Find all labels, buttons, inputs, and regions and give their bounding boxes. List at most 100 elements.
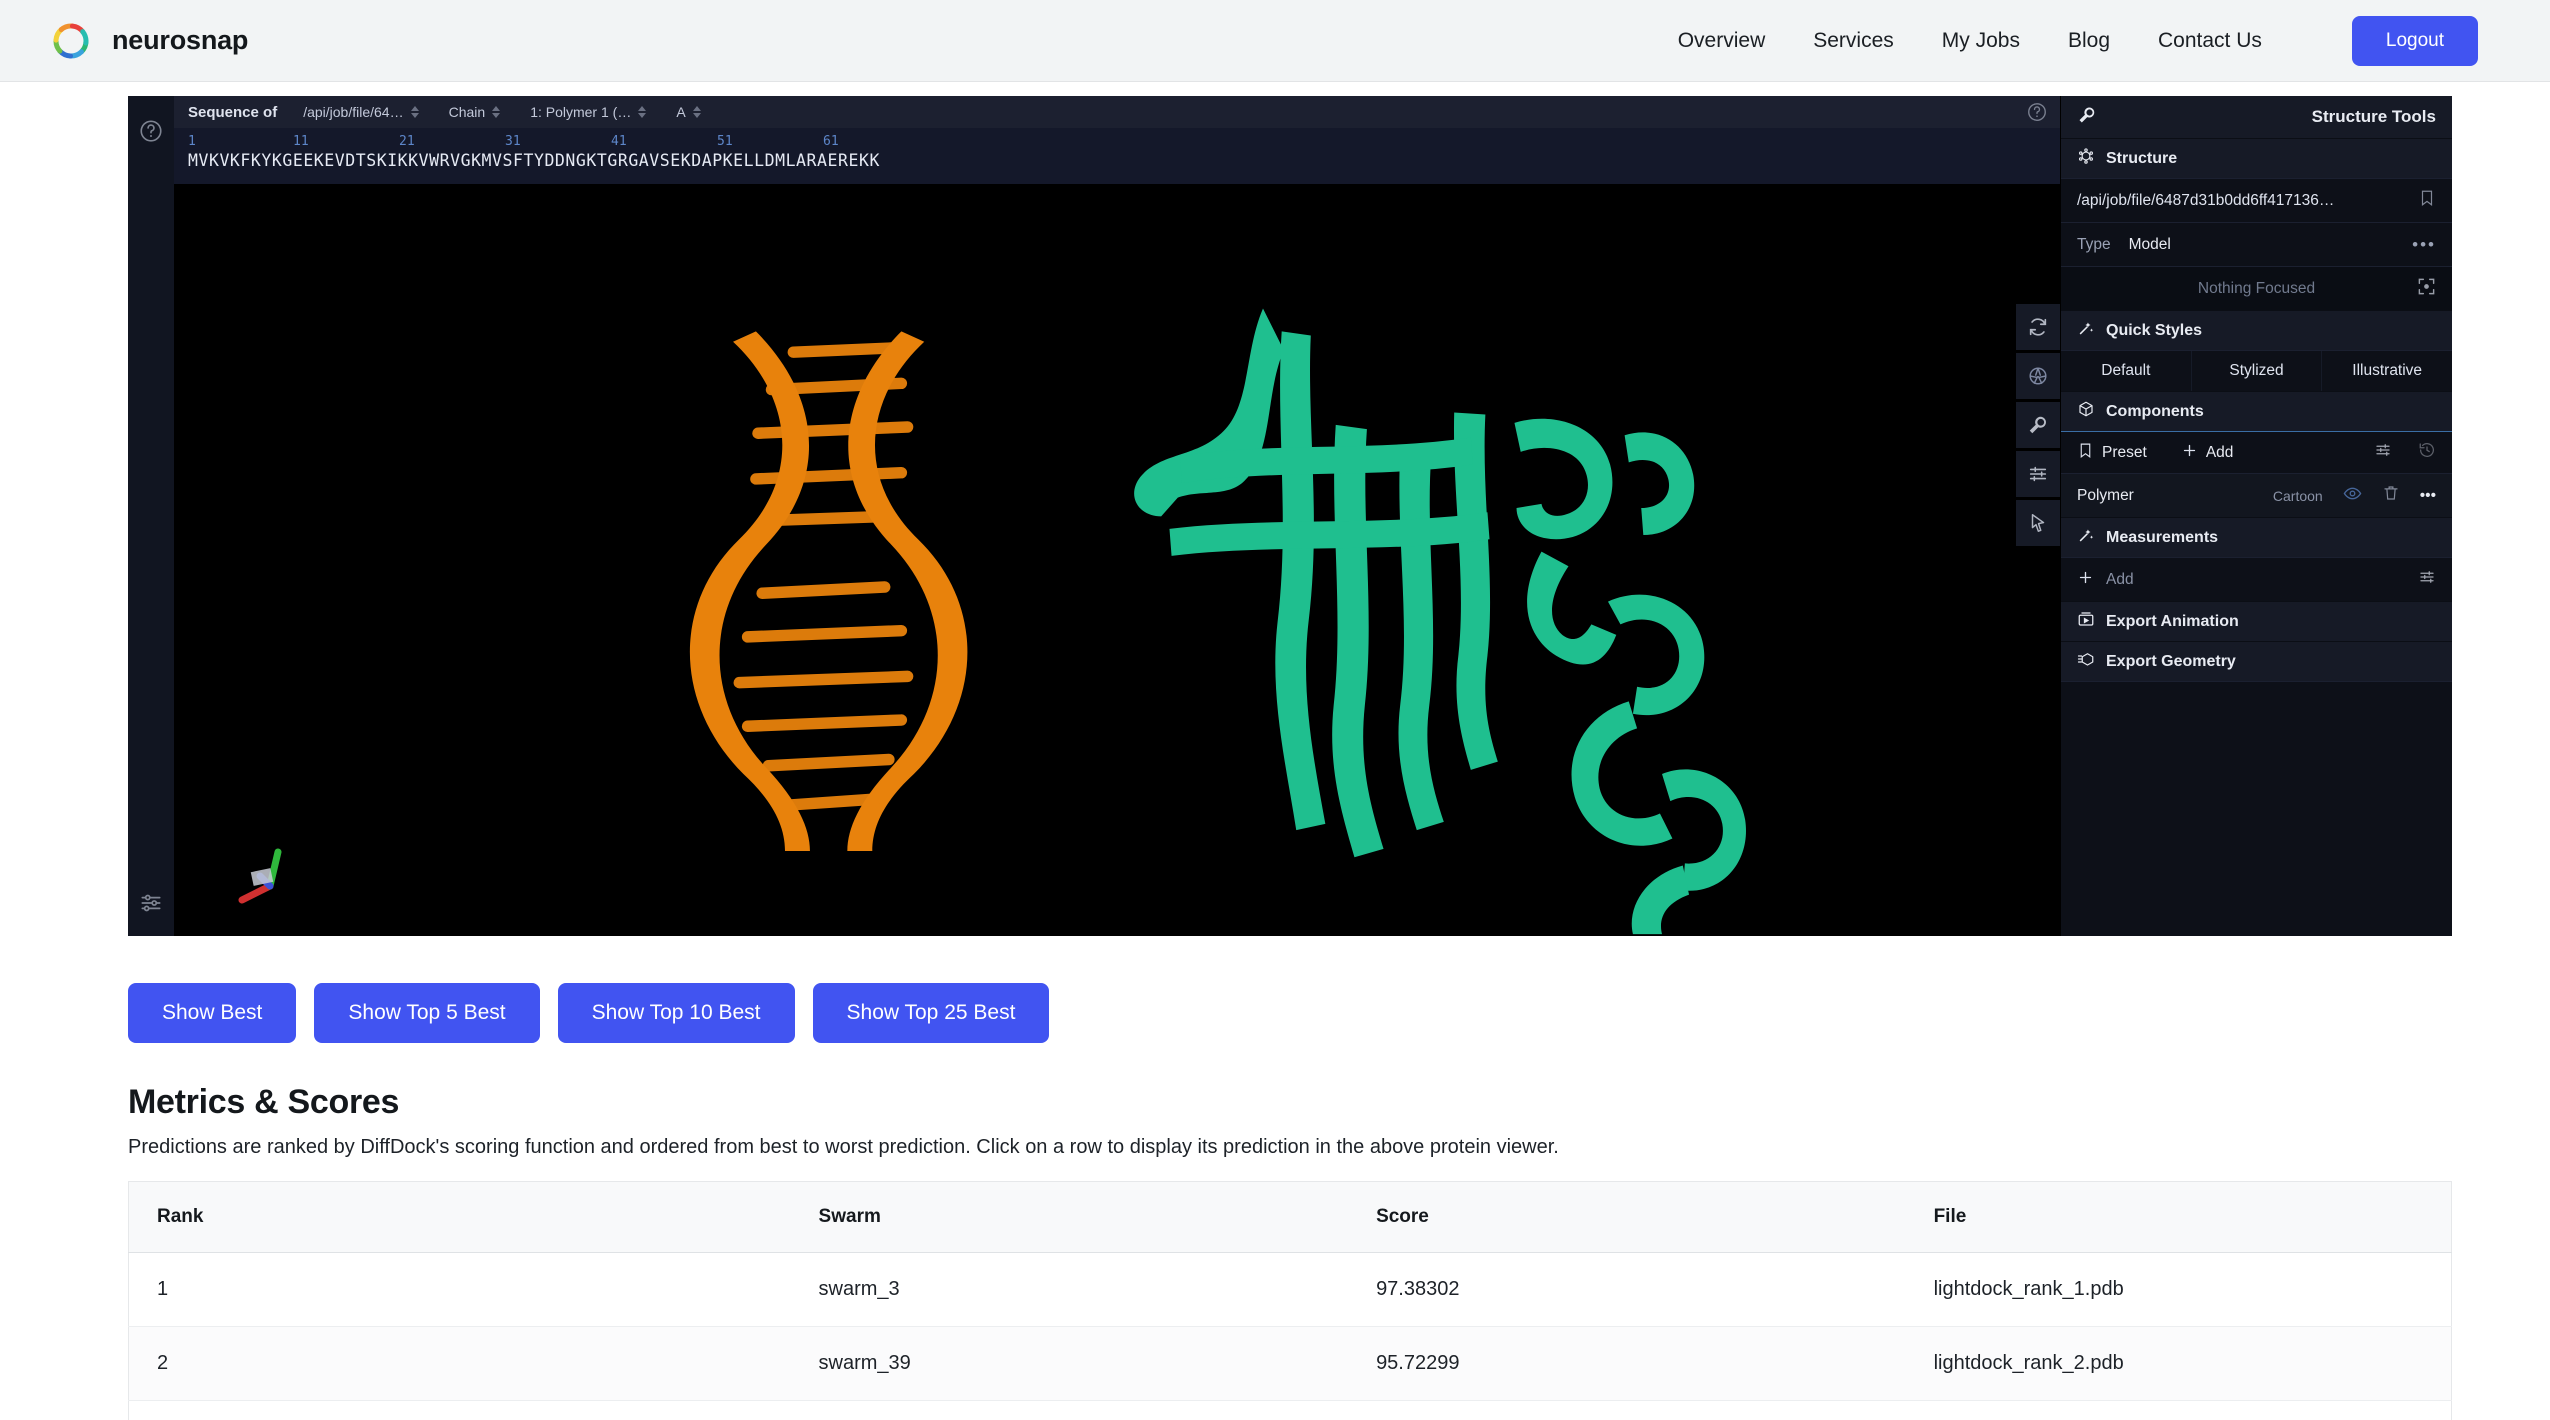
structure-path-row[interactable]: /api/job/file/6487d31b0dd6ff417136… [2061, 178, 2452, 222]
plus-icon [2077, 569, 2094, 591]
chain-label-text: Chain [449, 104, 486, 120]
eye-icon[interactable] [2343, 484, 2362, 508]
plus-icon [2181, 442, 2198, 464]
nav-links: Overview Services My Jobs Blog Contact U… [1678, 16, 2478, 66]
quick-style-illustrative[interactable]: Illustrative [2321, 351, 2452, 391]
trash-icon[interactable] [2382, 484, 2400, 507]
cell-file: lightdock_rank_1.pdb [1906, 1253, 2452, 1327]
sliders-icon[interactable] [2418, 568, 2436, 591]
brand-name: neurosnap [112, 25, 248, 56]
table-row[interactable]: 1 swarm_3 97.38302 lightdock_rank_1.pdb [129, 1253, 2452, 1327]
section-measurements[interactable]: Measurements [2061, 517, 2452, 557]
magic-wand-icon [2077, 526, 2095, 549]
components-preset-button[interactable]: Preset [2077, 442, 2147, 464]
components-preset-label: Preset [2102, 444, 2147, 462]
column-header-rank[interactable]: Rank [129, 1182, 791, 1253]
focus-target-icon[interactable] [2417, 277, 2436, 301]
section-components[interactable]: Components [2061, 391, 2452, 431]
nav-item-my-jobs[interactable]: My Jobs [1942, 29, 2020, 53]
nav-item-blog[interactable]: Blog [2068, 29, 2110, 53]
cell-rank: 3 [129, 1401, 791, 1420]
metrics-table: Rank Swarm Score File 1 swarm_3 97.38302… [128, 1181, 2452, 1420]
section-export-geometry[interactable]: Export Geometry [2061, 641, 2452, 681]
component-row[interactable]: Polymer Cartoon ••• [2061, 473, 2452, 517]
cell-swarm: swarm_39 [791, 1327, 1349, 1401]
structure-type-key: Type [2077, 236, 2111, 254]
brand[interactable]: neurosnap [48, 18, 248, 64]
screenshot-icon[interactable] [2016, 353, 2060, 399]
history-icon[interactable] [2418, 441, 2436, 464]
sequence-tick: 51 [717, 134, 733, 149]
table-row[interactable]: 2 swarm_39 95.72299 lightdock_rank_2.pdb [129, 1327, 2452, 1401]
section-export-geometry-label: Export Geometry [2106, 653, 2236, 671]
more-options-icon[interactable]: ••• [2420, 487, 2436, 505]
section-components-label: Components [2106, 403, 2204, 421]
section-export-animation[interactable]: Export Animation [2061, 601, 2452, 641]
viewport-settings-icon[interactable] [2016, 451, 2060, 497]
column-header-swarm[interactable]: Swarm [791, 1182, 1349, 1253]
bookmark-icon[interactable] [2418, 189, 2436, 212]
chevron-updown-icon [411, 106, 419, 118]
measurements-add-row[interactable]: Add [2061, 557, 2452, 601]
nothing-focused-row: Nothing Focused [2061, 266, 2452, 310]
nav-item-overview[interactable]: Overview [1678, 29, 1766, 53]
table-row[interactable]: 3 swarm_7 95.54422 lightdock_rank_3.pdb [129, 1401, 2452, 1420]
logout-button[interactable]: Logout [2352, 16, 2478, 66]
cell-file: lightdock_rank_2.pdb [1906, 1327, 2452, 1401]
quick-style-stylized[interactable]: Stylized [2191, 351, 2322, 391]
dna-helix [690, 331, 968, 851]
nav-item-services[interactable]: Services [1813, 29, 1894, 53]
components-add-button[interactable]: Add [2181, 442, 2234, 464]
nav-item-contact-us[interactable]: Contact Us [2158, 29, 2262, 53]
structure-tools-title: Structure Tools [2061, 96, 2452, 138]
structure-tools-panel: Structure Tools Structure /api/job/file/… [2060, 96, 2452, 936]
section-structure[interactable]: Structure [2061, 138, 2452, 178]
sequence-tick: 41 [611, 134, 627, 149]
quick-style-default[interactable]: Default [2061, 351, 2191, 391]
sliders-icon[interactable] [2374, 441, 2392, 464]
column-header-file[interactable]: File [1906, 1182, 2452, 1253]
viewer-toolbar [2016, 304, 2060, 546]
chain-select[interactable]: A [676, 104, 700, 120]
export-geometry-icon [2077, 650, 2095, 673]
show-best-button[interactable]: Show Best [128, 983, 296, 1043]
component-representation: Cartoon [2273, 488, 2323, 504]
help-circle-icon[interactable] [138, 118, 164, 144]
structure-path: /api/job/file/6487d31b0dd6ff417136… [2077, 192, 2418, 210]
polymer-select[interactable]: 1: Polymer 1 (… [530, 104, 646, 120]
sequence-of-label: Sequence of [188, 104, 277, 121]
structure-select[interactable]: /api/job/file/64… [303, 104, 418, 120]
metrics-section: Metrics & Scores Predictions are ranked … [128, 1083, 2452, 1420]
sequence-strip[interactable]: 1 11 21 31 41 51 61 MVKVKFKYKGEEKEVDTSKI… [174, 128, 2060, 184]
show-top-25-best-button[interactable]: Show Top 25 Best [813, 983, 1050, 1043]
cell-file: lightdock_rank_3.pdb [1906, 1401, 2452, 1420]
reset-camera-icon[interactable] [2016, 304, 2060, 350]
chevron-updown-icon [492, 106, 500, 118]
structure-canvas[interactable] [174, 184, 2060, 936]
section-quick-styles[interactable]: Quick Styles [2061, 310, 2452, 350]
chain-select-value: A [676, 104, 685, 120]
table-header-row: Rank Swarm Score File [129, 1182, 2452, 1253]
wrench-icon [2077, 105, 2097, 130]
viewer-left-rail [128, 96, 174, 936]
sequence-panel-settings-icon[interactable] [128, 890, 158, 920]
cell-score: 95.54422 [1348, 1401, 1906, 1420]
molstar-viewer: Sequence of /api/job/file/64… Chain 1: P… [128, 96, 2452, 936]
sequence-residues[interactable]: MVKVKFKYKGEEKEVDTSKIKKVWRVGKMVSFTYDDNGKT… [188, 151, 2060, 170]
molecule-render [174, 184, 2060, 936]
sequence-tick-row: 1 11 21 31 41 51 61 [188, 134, 2060, 151]
show-top-10-best-button[interactable]: Show Top 10 Best [558, 983, 795, 1043]
more-options-icon[interactable]: ••• [2412, 235, 2436, 255]
nothing-focused-text: Nothing Focused [2198, 280, 2315, 298]
bookmark-icon [2077, 442, 2094, 464]
show-top-5-best-button[interactable]: Show Top 5 Best [314, 983, 539, 1043]
structure-tools-wrench-icon[interactable] [2016, 402, 2060, 448]
column-header-score[interactable]: Score [1348, 1182, 1906, 1253]
structure-tools-title-text: Structure Tools [2312, 107, 2436, 127]
sequence-help-icon[interactable] [2026, 101, 2048, 123]
chevron-updown-icon [693, 106, 701, 118]
selection-cursor-icon[interactable] [2016, 500, 2060, 546]
structure-type-row[interactable]: Type Model ••• [2061, 222, 2452, 266]
xyz-axis-gizmo [230, 842, 302, 914]
sequence-tick: 61 [823, 134, 839, 149]
